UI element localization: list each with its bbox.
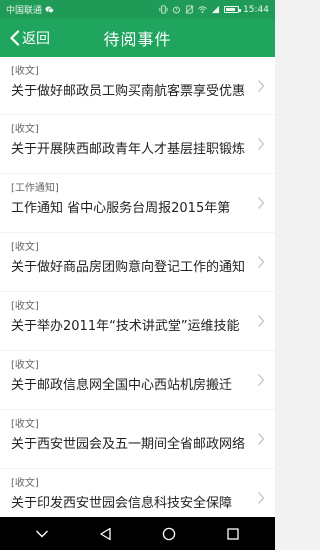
item-title: 关于做好商品房团购意向登记工作的通知 — [11, 260, 246, 275]
status-right: 15:44 — [159, 5, 269, 15]
status-left: 中国联通 — [6, 3, 54, 16]
battery-icon — [224, 6, 242, 13]
item-tag: [收文] — [11, 66, 39, 77]
back-chevron-icon — [10, 30, 20, 46]
chevron-right-icon — [257, 197, 265, 209]
item-tag: [收文] — [11, 419, 39, 430]
list-item[interactable]: [收文] 关于开展陕西邮政青年人才基层挂职锻炼 — [0, 115, 275, 173]
app-bar: 返回 待阅事件 — [0, 19, 275, 57]
event-list: [收文] 关于做好邮政员工购买南航客票享受优惠 [收文] 关于开展陕西邮政青年人… — [0, 57, 275, 517]
list-item[interactable]: [收文] 关于做好邮政员工购买南航客票享受优惠 — [0, 57, 275, 114]
chevron-right-icon — [257, 80, 265, 92]
item-title: 关于举办2011年“技术讲武堂”运维技能 — [11, 319, 240, 334]
list-item[interactable]: [工作通知] 工作通知 省中心服务台周报2015年第 — [0, 174, 275, 232]
item-title: 关于印发西安世园会信息科技安全保障 — [11, 496, 233, 511]
item-title: 关于做好邮政员工购买南航客票享受优惠 — [11, 84, 246, 99]
item-title: 工作通知 省中心服务台周报2015年第 — [11, 201, 231, 216]
vibrate-icon — [159, 5, 168, 14]
item-tag: [工作通知] — [11, 183, 59, 194]
chevron-right-icon — [257, 433, 265, 445]
nav-down-button[interactable] — [32, 524, 52, 544]
item-tag: [收文] — [11, 360, 39, 371]
status-time: 15:44 — [243, 4, 269, 15]
list-item[interactable]: [收文] 关于西安世园会及五一期间全省邮政网络 — [0, 410, 275, 468]
nav-down-icon — [35, 530, 48, 537]
nav-back-icon — [99, 527, 111, 540]
signal-icon — [211, 5, 220, 14]
chevron-right-icon — [257, 374, 265, 386]
wifi-icon — [198, 6, 207, 13]
wechat-notification-icon — [45, 6, 54, 13]
chevron-right-icon — [257, 138, 265, 150]
item-title: 关于邮政信息网全国中心西站机房搬迁 — [11, 378, 233, 393]
no-sim-icon — [185, 5, 194, 14]
chevron-right-icon — [257, 315, 265, 327]
list-item[interactable]: [收文] 关于做好商品房团购意向登记工作的通知 — [0, 233, 275, 291]
nav-recents-button[interactable] — [223, 524, 243, 544]
list-item[interactable]: [收文] 关于举办2011年“技术讲武堂”运维技能 — [0, 292, 275, 350]
nav-back-button[interactable] — [96, 524, 116, 544]
status-bar: 中国联通 15:44 — [0, 0, 275, 19]
item-tag: [收文] — [11, 124, 39, 135]
nav-home-icon — [163, 527, 176, 540]
alarm-icon — [173, 6, 180, 14]
list-item[interactable]: [收文] 关于邮政信息网全国中心西站机房搬迁 — [0, 351, 275, 409]
chevron-right-icon — [257, 256, 265, 268]
item-title: 关于西安世园会及五一期间全省邮政网络 — [11, 437, 246, 452]
item-tag: [收文] — [11, 242, 39, 253]
carrier-label: 中国联通 — [6, 6, 43, 16]
item-tag: [收文] — [11, 478, 39, 489]
list-item[interactable]: [收文] 关于印发西安世园会信息科技安全保障 — [0, 469, 275, 517]
item-tag: [收文] — [11, 301, 39, 312]
nav-home-button[interactable] — [159, 524, 179, 544]
system-nav-bar — [0, 517, 275, 550]
chevron-right-icon — [257, 492, 265, 504]
nav-recents-icon — [227, 527, 239, 540]
item-title: 关于开展陕西邮政青年人才基层挂职锻炼 — [11, 142, 246, 157]
back-label: 返回 — [22, 31, 50, 47]
back-button[interactable]: 返回 — [0, 19, 50, 57]
